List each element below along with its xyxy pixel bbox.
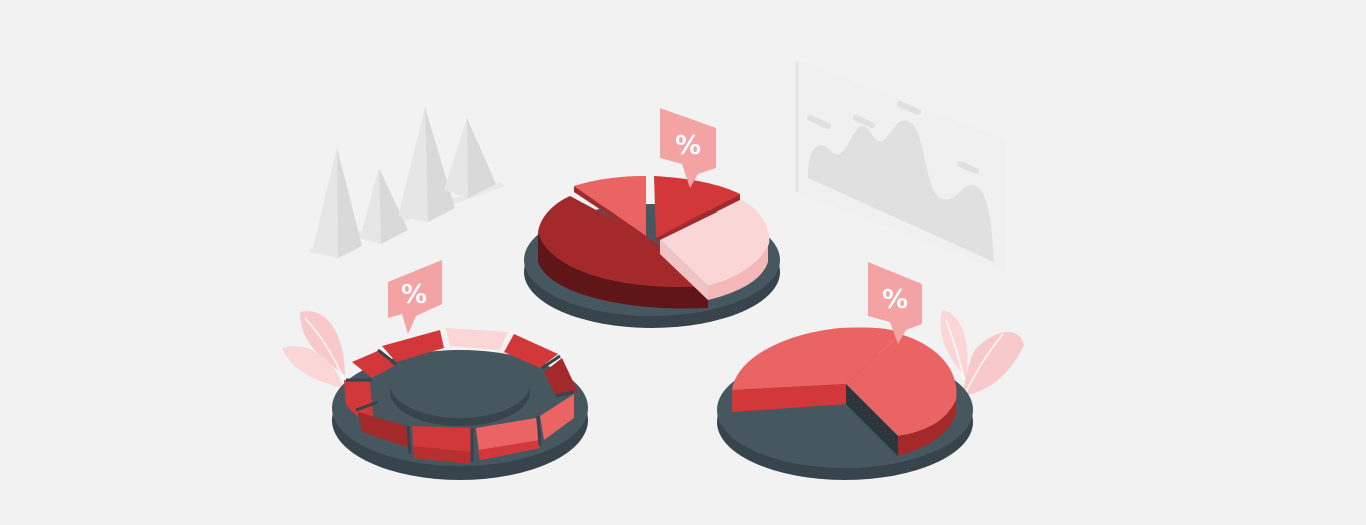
percent-tag-center: % <box>660 108 716 188</box>
area-chart-board-decor <box>795 60 1005 272</box>
right-pie-chart <box>717 327 973 480</box>
percent-tag-left: % <box>388 260 442 334</box>
percent-symbol-left: % <box>401 280 427 310</box>
center-pie-chart <box>524 176 780 328</box>
isometric-charts-illustration: % % % <box>282 60 1024 480</box>
plant-left-decor <box>282 311 345 388</box>
left-donut-chart <box>332 328 588 480</box>
percent-symbol-right: % <box>882 285 908 315</box>
pyramids-decor <box>308 107 505 258</box>
percent-symbol-center: % <box>675 131 701 161</box>
